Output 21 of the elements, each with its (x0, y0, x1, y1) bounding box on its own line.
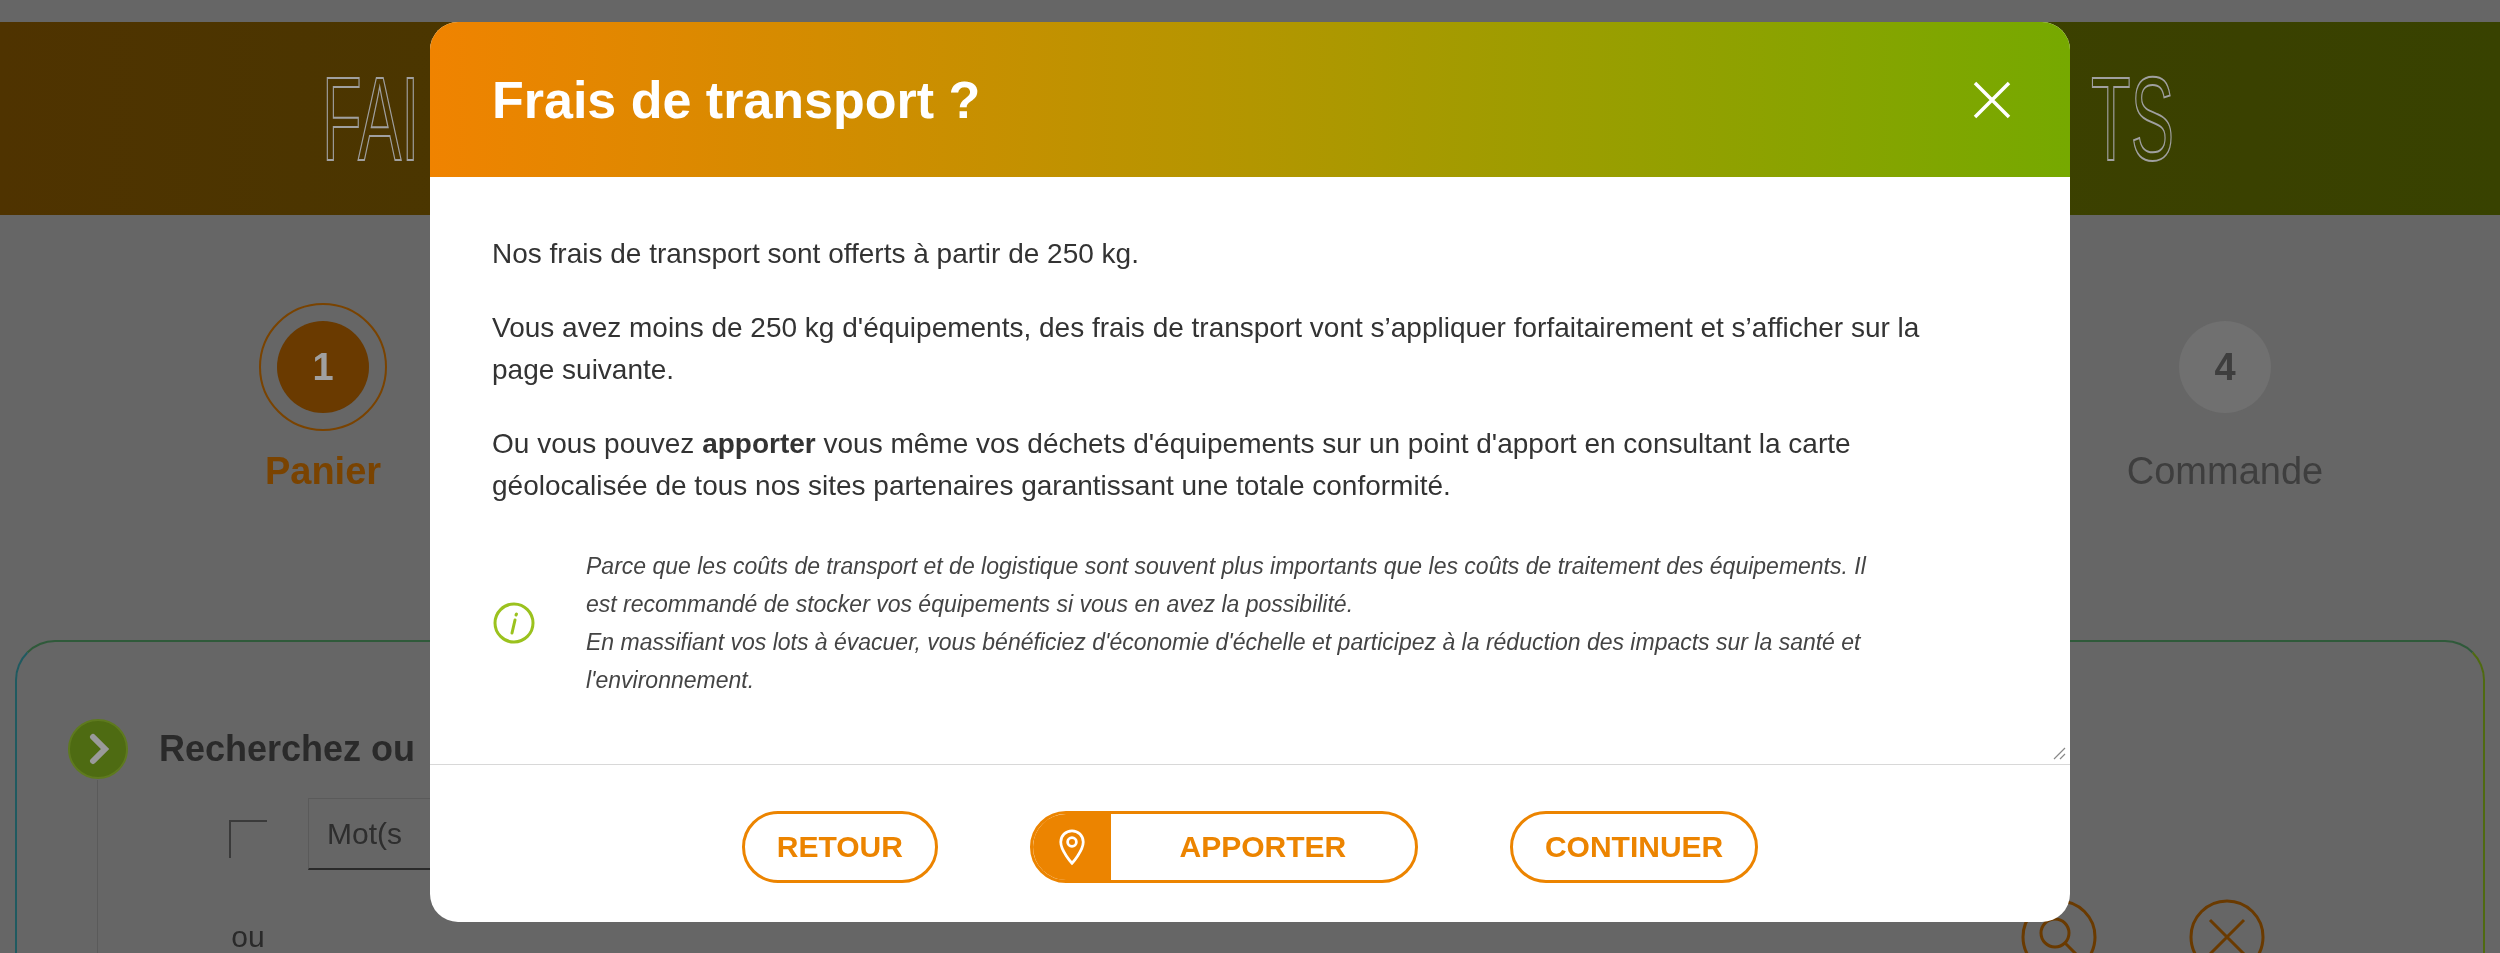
dialog-button[interactable]: CONTINUER (1509, 810, 1759, 883)
section-title: Recherchez ou (159, 727, 416, 771)
header-title: FAI (322, 59, 420, 178)
or-label: ou (231, 919, 265, 953)
modal-title: Frais de transport ? (492, 69, 981, 131)
close-icon[interactable] (2188, 898, 2266, 953)
corner-mark (229, 820, 267, 858)
location-pin-icon (1056, 827, 1087, 866)
body-paragraph: Ou vous pouvez apporter vous même vos déchets d'équipements sur un point d'apport en consultant la carte géolocalisée de tous nos sites partenaires garantissant une totale conformité. (492, 427, 1852, 503)
step-label: Panier (264, 449, 382, 494)
header-title: TS (2091, 59, 2174, 178)
body-paragraph: Vous avez moins de 250 kg d'équipements, des frais de transport vont s’appliquer forfaitairement et s’afficher sur la page suivante. (492, 311, 1921, 387)
info-note: Parce que les coûts de transport et de logistique sont souvent plus importants que les coûts de traitement des équipements. Il est recommandé de stocker vos équipements si vous en avez la possibilité. (586, 552, 1868, 619)
step-number: 1 (312, 344, 334, 390)
info-note: En massifiant vos lots à évacuer, vous bénéficiez d'économie d'échelle et participez à la réduction des impacts sur la santé et l'environnement. (586, 628, 1862, 695)
info-icon (492, 601, 536, 645)
bring-button[interactable]: APPORTER (1029, 810, 1418, 883)
resize-grip-icon (2052, 746, 2066, 760)
body-paragraph: Nos frais de transport sont offerts à partir de 250 kg. (492, 237, 1140, 271)
dialog-button[interactable]: RETOUR (741, 810, 938, 883)
chevron-circle-icon (67, 718, 129, 780)
